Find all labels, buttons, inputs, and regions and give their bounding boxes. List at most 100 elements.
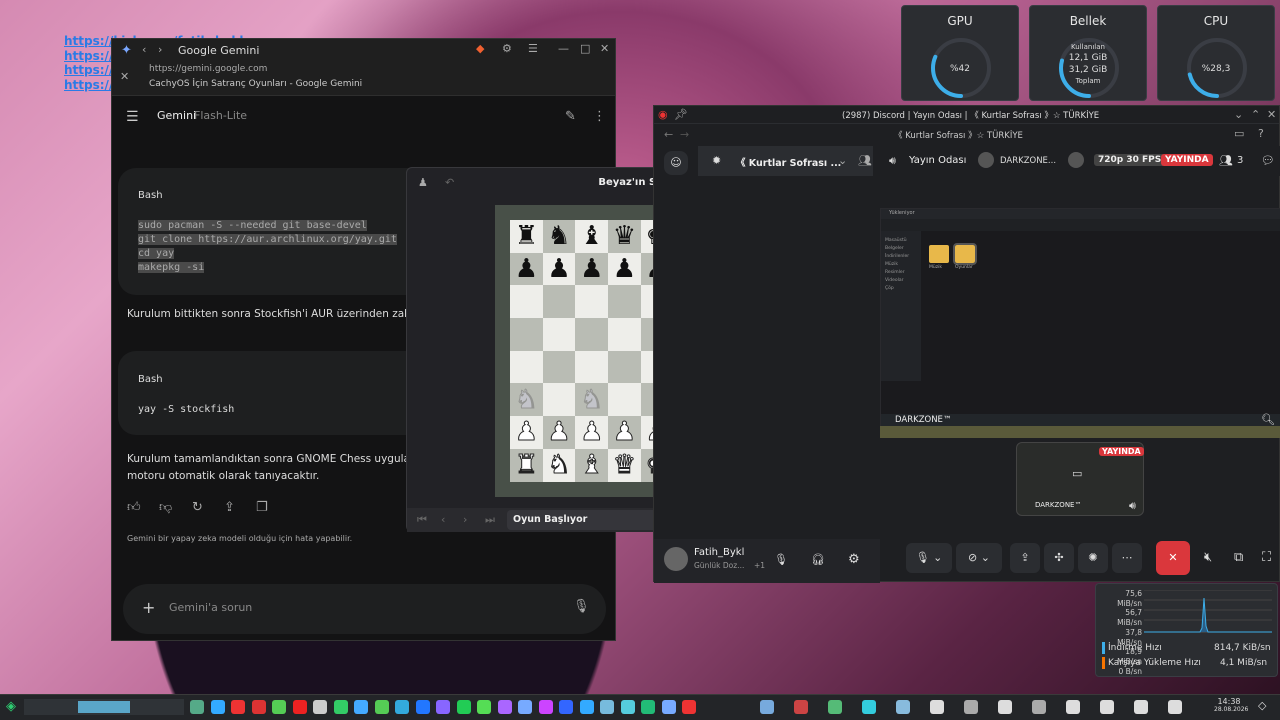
add-member-icon[interactable]: 👥︎ [858,154,872,167]
discord-home-icon[interactable]: ☺ [664,151,688,175]
taskbar-app-icon[interactable] [477,700,491,714]
clock[interactable]: 14:38 28.08.2026 [1214,697,1248,713]
first-move-icon[interactable]: ⏮ [417,513,427,527]
microphone-icon[interactable]: 🎙︎ [573,599,590,614]
taskbar-app-icon[interactable] [998,700,1012,714]
soundboard-button[interactable]: ✺ [1078,543,1108,573]
leave-call-button[interactable]: ✕ [1156,541,1190,575]
black-piece[interactable]: ♞ [547,223,570,249]
black-piece[interactable]: ♛ [613,223,636,249]
last-move-icon[interactable]: ⏭ [485,513,495,527]
board-square[interactable]: ♝ [575,220,609,253]
taskbar-app-icon[interactable] [896,700,910,714]
board-square[interactable]: ♟ [542,416,576,449]
board-square[interactable] [510,285,543,319]
board-square[interactable] [575,350,609,384]
back-icon[interactable]: ‹ [142,43,146,56]
board-square[interactable]: ♝ [575,448,609,482]
board-square[interactable]: ♟ [510,416,543,449]
white-piece[interactable]: ♜ [514,452,538,479]
white-piece[interactable]: ♞ [547,452,571,479]
mini-stream-tile[interactable]: YAYINDA ▭ DARKZONE™ 🔊︎ [1016,442,1144,516]
taskbar-app-icon[interactable] [600,700,614,714]
menu-icon[interactable]: ☰ [528,42,538,55]
taskbar-app-icon[interactable] [661,700,676,714]
stream-view[interactable]: Yükleniyor Masaüstü Belgeler İndirilenle… [880,208,1280,427]
board-square[interactable]: ♜ [510,220,543,253]
board-square[interactable]: ♞ [542,220,576,253]
url-bar[interactable]: https://gemini.google.com [149,64,267,74]
headphones-icon[interactable]: 🎧︎ [811,553,825,566]
white-piece[interactable]: ♟ [514,419,538,446]
popout-icon[interactable]: ⧉ [1234,550,1243,565]
black-piece[interactable]: ♟ [547,256,570,282]
taskbar-app-icon[interactable] [210,700,225,714]
taskbar-app-icon[interactable] [964,700,978,714]
next-move-icon[interactable]: › [463,513,467,526]
taskbar-app-icon[interactable] [760,700,774,714]
prompt-input[interactable]: + Gemini'a sorun 🎙︎ [123,584,606,634]
taskbar-app-icon[interactable] [538,700,553,714]
black-piece[interactable]: ♟ [515,256,538,282]
minimize-icon[interactable]: ⌄ [1234,108,1243,121]
board-square[interactable]: ♟ [608,252,641,286]
brave-icon[interactable]: ◆ [476,42,484,55]
board-square[interactable] [608,350,641,384]
close-icon[interactable]: ✕ [600,42,609,55]
taskbar-app-icon[interactable] [518,700,532,714]
taskbar-app-icon[interactable] [620,700,635,714]
extensions-icon[interactable]: ⚙ [502,42,512,55]
thumbs-up-icon[interactable]: 👍︎ [127,500,141,515]
board-square[interactable] [542,350,576,384]
more-button[interactable]: ⋯ [1112,543,1142,573]
taskbar-app-icon[interactable] [559,700,573,714]
board-square[interactable]: ♞ [575,383,609,417]
mute-button[interactable]: 🎙︎ ⌄ [906,543,952,573]
white-piece[interactable]: ♛ [612,452,636,479]
model-selector[interactable]: Flash-Lite [194,109,247,122]
taskbar-app-icon[interactable] [436,700,450,714]
taskbar-app-icon[interactable] [374,700,389,714]
add-icon[interactable]: + [142,598,155,617]
board-square[interactable]: ♟ [510,252,543,286]
maximize-icon[interactable]: ⌃ [1251,108,1260,121]
board-square[interactable]: ♜ [510,448,543,482]
taskbar-app-icon[interactable] [231,700,245,714]
white-piece[interactable]: ♟ [547,419,571,446]
taskbar-app-icon[interactable] [292,700,307,714]
server-header[interactable]: ✹ 《 Kurtlar Sofrası ... ⌄ 👥︎ [698,146,873,176]
avatar[interactable] [664,547,688,571]
white-piece[interactable]: ♟ [580,419,604,446]
new-chat-icon[interactable]: ✎ [565,109,576,124]
board-square[interactable] [542,383,576,417]
black-piece[interactable]: ♟ [580,256,603,282]
avatar[interactable] [1068,152,1084,168]
taskbar-app-icon[interactable] [354,700,368,714]
regenerate-icon[interactable]: ↻ [192,500,203,515]
avatar[interactable] [978,152,994,168]
app-launcher-icon[interactable]: ◈ [6,699,16,714]
back-icon[interactable]: ← [664,128,673,141]
taskbar-app-icon[interactable] [395,700,409,714]
board-square[interactable] [542,318,576,351]
board-square[interactable]: ♞ [542,448,576,482]
board-square[interactable] [542,285,576,319]
board-square[interactable]: ♟ [575,416,609,449]
board-square[interactable] [608,383,641,417]
board-square[interactable]: ♟ [608,416,641,449]
settings-icon[interactable]: ⚙ [848,552,860,567]
board-square[interactable] [510,350,543,384]
taskbar-app-icon[interactable] [333,700,348,714]
fullscreen-icon[interactable]: ⛶ [1262,550,1271,565]
board-square[interactable]: ♛ [608,220,641,253]
microphone-icon[interactable]: 🎙︎ [774,553,788,566]
taskbar-app-icon[interactable] [251,700,266,714]
black-piece[interactable]: ♜ [515,223,538,249]
taskbar-app-icon[interactable] [682,700,696,714]
black-piece[interactable]: ♟ [613,256,636,282]
board-square[interactable]: ♛ [608,448,641,482]
taskbar-app-icon[interactable] [930,700,944,714]
help-icon[interactable]: ? [1258,127,1264,140]
taskbar-app-icon[interactable] [828,700,842,714]
camera-button[interactable]: ⊘ ⌄ [956,543,1002,573]
